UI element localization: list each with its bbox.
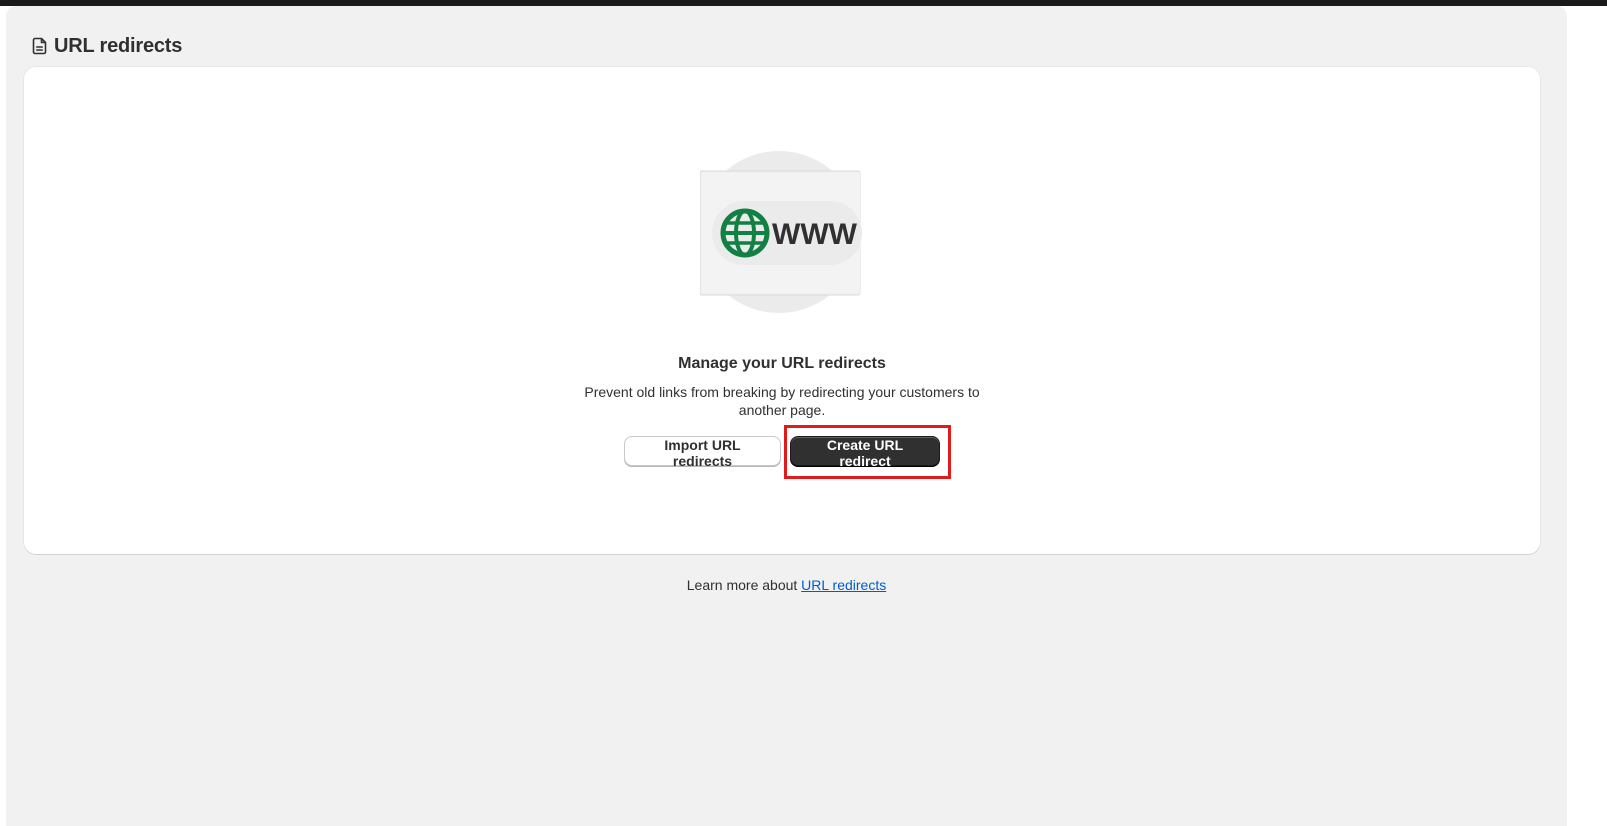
learn-more-footer: Learn more about URL redirects — [6, 577, 1567, 593]
empty-state-description: Prevent old links from breaking by redir… — [584, 384, 980, 418]
page-icon — [32, 37, 48, 55]
www-text: WWW — [772, 218, 858, 251]
url-redirects-link[interactable]: URL redirects — [801, 577, 886, 593]
url-redirect-illustration: WWW — [698, 151, 870, 321]
page-content: URL redirects WWW Manage your URL redire… — [6, 6, 1567, 826]
import-url-redirects-button[interactable]: Import URL redirects — [624, 436, 781, 469]
learn-more-text: Learn more about — [686, 577, 802, 593]
empty-state-heading: Manage your URL redirects — [678, 355, 886, 372]
right-strip — [1567, 6, 1607, 826]
empty-state-card: WWW Manage your URL redirects Prevent ol… — [24, 67, 1540, 554]
highlight-annotation — [784, 425, 951, 479]
page-header: URL redirects — [32, 32, 182, 60]
page-title: URL redirects — [54, 34, 183, 57]
